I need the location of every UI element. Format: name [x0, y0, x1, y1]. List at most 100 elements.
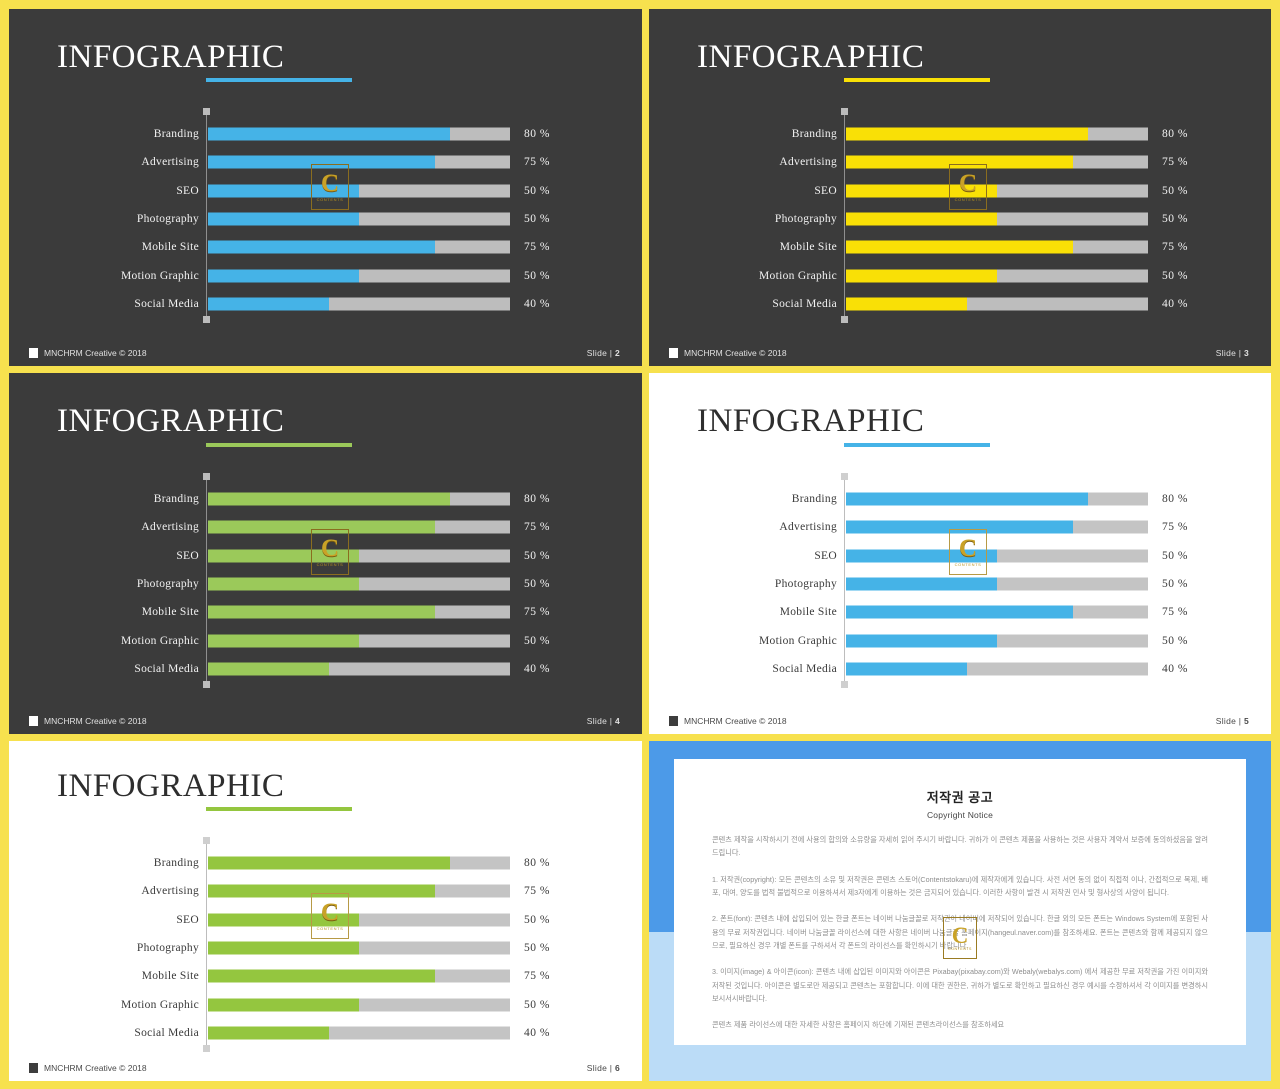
bar-category-label: Social Media: [134, 297, 199, 310]
footer-square-icon: [29, 716, 38, 726]
footer-copyright: MNCHRM Creative © 2018: [684, 348, 787, 358]
table-row: Mobile Site 75 %: [142, 601, 614, 623]
bar-value-label: 75 %: [524, 521, 550, 534]
bar-fill: [208, 577, 359, 591]
bar-category-label: Motion Graphic: [121, 269, 199, 282]
table-row: Branding 80 %: [154, 852, 614, 874]
slide-thumbnail-copyright[interactable]: 저작권 공고 Copyright Notice 콘텐츠 제작을 시작하시기 전에…: [649, 741, 1271, 1081]
bar-fill: [846, 212, 997, 226]
slide-number: Slide | 3: [1215, 348, 1249, 358]
table-row: Advertising 75 %: [141, 151, 614, 173]
bar-track: [208, 577, 510, 591]
footer-square-icon: [669, 348, 678, 358]
slide-thumbnail-3[interactable]: INFOGRAPHIC Branding 80 % Advertising 75 % S…: [649, 9, 1271, 366]
slide-thumbnail-5[interactable]: INFOGRAPHIC Branding 80 % Advertising 75 % S…: [649, 373, 1271, 734]
bar-track: [208, 212, 510, 226]
bar-category-label: Mobile Site: [141, 606, 199, 619]
bar-track: [208, 240, 510, 254]
bar-value-label: 50 %: [1162, 577, 1188, 590]
copyright-outro: 콘텐츠 제품 라이선스에 대한 자세한 사항은 홈페이지 하단에 기재된 콘텐츠…: [712, 1020, 1005, 1030]
table-row: Branding 80 %: [792, 123, 1243, 145]
bar-fill: [208, 634, 359, 647]
bar-track: [208, 662, 510, 676]
title-underline: [206, 443, 352, 447]
copyright-intro: 콘텐츠 제작을 시작하시기 전에 사용의 합의와 소유량을 자세히 읽어 주시기…: [712, 835, 1208, 858]
slide-thumbnail-6[interactable]: INFOGRAPHIC Branding 80 % Advertising 75 % S…: [9, 741, 642, 1081]
bar-value-label: 50 %: [524, 998, 550, 1011]
bar-track: [208, 520, 510, 534]
bar-category-label: Photography: [774, 212, 837, 225]
bar-category-label: Advertising: [779, 156, 837, 169]
bar-track: [846, 492, 1148, 506]
table-row: SEO 50 %: [814, 180, 1243, 202]
slide-thumbnail-4[interactable]: INFOGRAPHIC Branding 80 % Advertising 75 % S…: [9, 373, 642, 734]
bar-value-label: 40 %: [1162, 297, 1188, 310]
bar-track: [846, 184, 1148, 198]
bar-category-label: SEO: [814, 549, 837, 562]
bar-category-label: Mobile Site: [779, 606, 837, 619]
title-underline: [206, 78, 352, 82]
footer-copyright: MNCHRM Creative © 2018: [684, 716, 787, 726]
bar-fill: [846, 492, 1088, 506]
bar-track: [208, 184, 510, 198]
axis-handle-bottom[interactable]: [203, 1045, 210, 1052]
bar-category-label: Advertising: [141, 521, 199, 534]
axis-handle-top[interactable]: [841, 108, 848, 115]
bar-value-label: 75 %: [1162, 241, 1188, 254]
axis-handle-top[interactable]: [841, 473, 848, 480]
bar-fill: [208, 184, 359, 198]
bar-fill: [208, 127, 450, 141]
bar-fill: [846, 155, 1073, 169]
bar-fill: [208, 269, 359, 282]
axis-handle-bottom[interactable]: [841, 316, 848, 323]
bar-fill: [208, 998, 359, 1011]
table-row: Social Media 40 %: [134, 1022, 614, 1044]
bar-value-label: 50 %: [524, 184, 550, 197]
bar-category-label: Social Media: [772, 662, 837, 675]
bar-value-label: 50 %: [1162, 212, 1188, 225]
copyright-heading-ko: 저작권 공고: [926, 790, 994, 805]
bar-fill: [846, 240, 1073, 254]
bar-chart: Branding 80 % Advertising 75 % SEO 50 % Photog…: [121, 473, 614, 688]
bar-track: [208, 884, 510, 898]
axis-handle-top[interactable]: [203, 108, 210, 115]
footer-square-icon: [29, 348, 38, 358]
slide-thumbnail-2[interactable]: INFOGRAPHIC Branding 80 % Advertising 75 % S…: [9, 9, 642, 366]
bar-value-label: 80 %: [524, 857, 550, 869]
bar-track: [846, 605, 1148, 619]
bar-category-label: Advertising: [779, 521, 837, 534]
bar-track: [846, 240, 1148, 254]
bar-category-label: SEO: [176, 184, 199, 197]
axis-handle-bottom[interactable]: [203, 681, 210, 688]
bar-track: [208, 297, 510, 311]
slide-footer: MNCHRM Creative © 2018 Slide | 2: [9, 340, 642, 366]
bar-fill: [208, 212, 359, 226]
bar-track: [846, 634, 1148, 647]
table-row: Social Media 40 %: [134, 658, 614, 680]
bar-category-label: Social Media: [772, 297, 837, 310]
table-row: Mobile Site 75 %: [780, 236, 1243, 258]
bar-value-label: 40 %: [524, 1026, 550, 1039]
bar-value-label: 75 %: [524, 606, 550, 619]
copyright-item-3: 3. 이미지(image) & 아이콘(icon): 콘텐츠 내에 삽입된 이미…: [712, 967, 1208, 1003]
bar-track: [208, 969, 510, 983]
bar-fill: [846, 520, 1073, 534]
bar-track: [208, 492, 510, 506]
bar-value-label: 40 %: [1162, 662, 1188, 675]
axis-handle-top[interactable]: [203, 837, 210, 844]
bar-category-label: Social Media: [134, 1026, 199, 1039]
bar-track: [208, 127, 510, 141]
bar-fill: [846, 605, 1073, 619]
table-row: Photography 50 %: [137, 208, 614, 230]
bar-value-label: 75 %: [524, 970, 550, 983]
bar-category-label: Photography: [136, 212, 199, 225]
axis-handle-bottom[interactable]: [203, 316, 210, 323]
axis-handle-top[interactable]: [203, 473, 210, 480]
bar-category-label: Branding: [153, 128, 199, 140]
footer-square-icon: [669, 716, 678, 726]
bar-value-label: 80 %: [1162, 493, 1188, 505]
axis-handle-bottom[interactable]: [841, 681, 848, 688]
bar-value-label: 40 %: [524, 297, 550, 310]
bar-value-label: 50 %: [1162, 269, 1188, 282]
bar-value-label: 75 %: [1162, 606, 1188, 619]
